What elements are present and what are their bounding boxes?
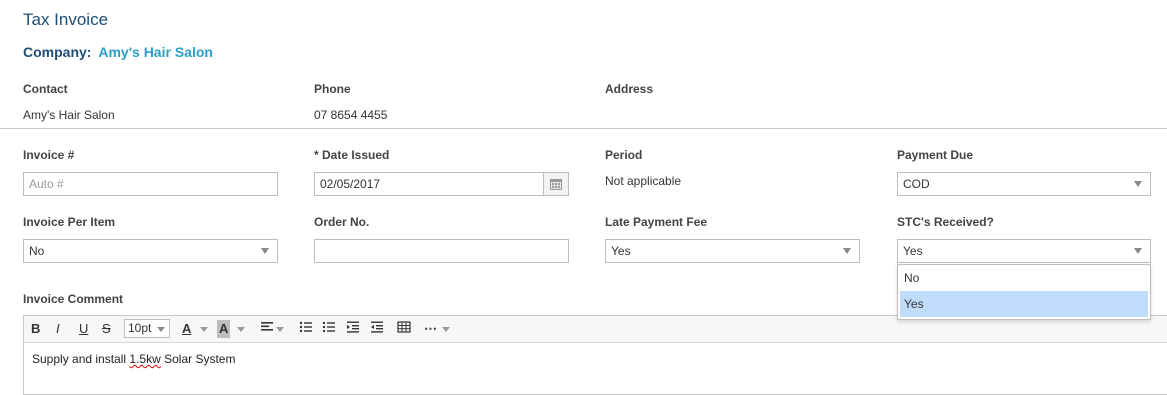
- late-payment-fee-value: Yes: [611, 244, 631, 258]
- date-issued-label: * Date Issued: [314, 148, 390, 162]
- editor-toolbar: B I U S 10pt A A ⋯: [24, 316, 1167, 343]
- address-label: Address: [605, 82, 654, 96]
- contact-value: Amy's Hair Salon: [23, 108, 115, 122]
- more-icon[interactable]: ⋯: [424, 320, 437, 338]
- calendar-button[interactable]: [543, 173, 568, 195]
- invoice-number-label: Invoice #: [23, 148, 75, 162]
- date-issued-value: 02/05/2017: [320, 177, 381, 191]
- editor-text-part: Solar System: [160, 352, 236, 366]
- calendar-icon: [550, 179, 562, 190]
- numbered-list-icon[interactable]: [322, 320, 336, 338]
- order-no-input[interactable]: [314, 239, 569, 263]
- period-label: Period: [605, 148, 643, 162]
- editor-text[interactable]: Supply and install 1.5kw Solar System: [32, 352, 235, 366]
- font-size-select[interactable]: 10pt: [124, 319, 170, 338]
- editor-text-misspelled: 1.5kw: [129, 352, 161, 366]
- late-payment-fee-label: Late Payment Fee: [605, 215, 708, 229]
- company-label: Company:: [23, 44, 92, 60]
- bold-icon[interactable]: B: [31, 320, 40, 338]
- payment-due-value: COD: [903, 177, 930, 191]
- phone-value: 07 8654 4455: [314, 108, 388, 122]
- table-icon[interactable]: [397, 320, 411, 338]
- dropdown-option-yes[interactable]: Yes: [900, 291, 1148, 317]
- chevron-down-icon: [843, 248, 851, 254]
- font-size-value: 10pt: [128, 321, 152, 335]
- chevron-down-icon[interactable]: [276, 327, 284, 332]
- chevron-down-icon: [1134, 248, 1142, 254]
- chevron-down-icon: [157, 327, 165, 332]
- bullet-list-icon[interactable]: [299, 320, 313, 338]
- chevron-down-icon[interactable]: [237, 327, 245, 332]
- phone-label: Phone: [314, 82, 351, 96]
- section-divider: [0, 128, 1167, 129]
- italic-icon[interactable]: I: [56, 320, 60, 338]
- stc-received-select[interactable]: Yes: [897, 239, 1151, 263]
- chevron-down-icon: [1134, 181, 1142, 187]
- invoice-per-item-label: Invoice Per Item: [23, 215, 116, 229]
- company-line: Company: Amy's Hair Salon: [23, 44, 213, 60]
- invoice-per-item-select[interactable]: No: [23, 239, 278, 263]
- date-issued-input[interactable]: 02/05/2017: [314, 172, 569, 196]
- contact-label: Contact: [23, 82, 68, 96]
- stc-received-value: Yes: [903, 244, 923, 258]
- stc-received-dropdown: No Yes: [897, 264, 1151, 320]
- invoice-comment-editor[interactable]: B I U S 10pt A A ⋯ Supply and install 1.…: [23, 315, 1167, 395]
- invoice-number-input[interactable]: Auto #: [23, 172, 278, 196]
- strikethrough-icon[interactable]: S: [102, 320, 111, 338]
- order-no-label: Order No.: [314, 215, 370, 229]
- align-left-icon[interactable]: [260, 320, 274, 338]
- stc-received-label: STC's Received?: [897, 215, 994, 229]
- underline-icon[interactable]: U: [79, 320, 88, 338]
- payment-due-select[interactable]: COD: [897, 172, 1151, 196]
- company-name-link[interactable]: Amy's Hair Salon: [98, 44, 213, 60]
- dropdown-option-no[interactable]: No: [898, 265, 1150, 291]
- invoice-per-item-value: No: [29, 244, 45, 258]
- indent-icon[interactable]: [346, 320, 360, 338]
- chevron-down-icon: [261, 248, 269, 254]
- editor-text-part: Supply and install: [32, 352, 130, 366]
- page-title: Tax Invoice: [23, 10, 109, 29]
- chevron-down-icon[interactable]: [200, 327, 208, 332]
- payment-due-label: Payment Due: [897, 148, 974, 162]
- font-color-icon[interactable]: A: [182, 320, 191, 338]
- period-value: Not applicable: [605, 174, 682, 188]
- chevron-down-icon[interactable]: [442, 327, 450, 332]
- invoice-comment-label: Invoice Comment: [23, 292, 124, 306]
- highlight-color-icon[interactable]: A: [217, 320, 231, 338]
- outdent-icon[interactable]: [370, 320, 384, 338]
- late-payment-fee-select[interactable]: Yes: [605, 239, 860, 263]
